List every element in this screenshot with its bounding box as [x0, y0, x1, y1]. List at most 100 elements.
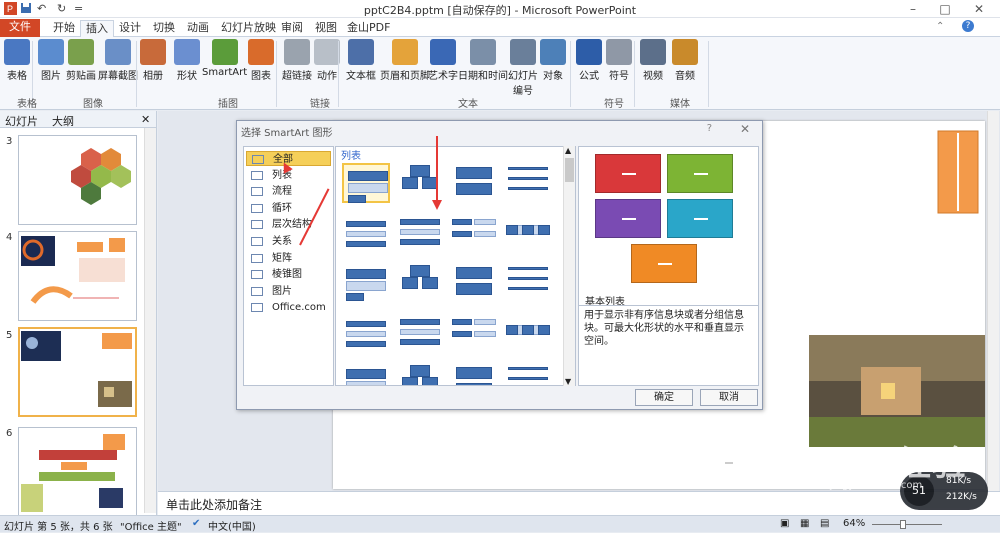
- category-item[interactable]: Office.com: [246, 300, 331, 315]
- tab-design[interactable]: 设计: [114, 20, 146, 37]
- zoom-slider-thumb[interactable]: [900, 520, 906, 529]
- SmartArt-button[interactable]: SmartArt: [202, 39, 247, 78]
- 剪贴画-button[interactable]: 剪贴画: [66, 39, 96, 82]
- smartart-layout-item[interactable]: [396, 263, 444, 303]
- 图表-button[interactable]: 图表: [248, 39, 274, 82]
- 动作-button[interactable]: 动作: [314, 39, 340, 82]
- tab-review[interactable]: 审阅: [276, 20, 308, 37]
- category-item[interactable]: 图片: [246, 284, 331, 299]
- tab-view[interactable]: 视图: [310, 20, 342, 37]
- notes-pane[interactable]: 单击此处添加备注: [158, 491, 1000, 515]
- smartart-layout-item[interactable]: [450, 363, 498, 385]
- scroll-down-icon[interactable]: ▼: [565, 377, 571, 386]
- maximize-button[interactable]: □: [928, 0, 962, 18]
- dialog-close-icon[interactable]: ✕: [740, 122, 750, 136]
- smartart-layout-item[interactable]: [342, 313, 390, 353]
- ribbon-separator: [276, 41, 277, 107]
- video-icon: [640, 39, 666, 65]
- minimize-button[interactable]: –: [896, 0, 930, 18]
- smartart-layout-item[interactable]: [450, 163, 498, 203]
- ribbon-button-label: 幻灯片 编号: [508, 71, 538, 97]
- status-language[interactable]: 中文(中国): [208, 518, 256, 533]
- 艺术字-button[interactable]: 艺术字: [428, 39, 458, 82]
- workspace-scrollbar[interactable]: [987, 111, 999, 491]
- dialog-help-icon[interactable]: ?: [707, 123, 712, 134]
- zoom-slider[interactable]: [872, 524, 942, 525]
- 图片-button[interactable]: 图片: [38, 39, 64, 82]
- smartart-layout-item[interactable]: [450, 313, 498, 353]
- smartart-layout-item[interactable]: [342, 263, 390, 303]
- category-icon: [251, 187, 263, 197]
- tab-insert[interactable]: 插入: [80, 20, 114, 37]
- slides-panel-scrollbar[interactable]: [144, 128, 156, 513]
- action-icon: [314, 39, 340, 65]
- smartart-layout-item[interactable]: [504, 313, 552, 353]
- smartart-layout-item[interactable]: [504, 213, 552, 253]
- annotation-arrow: [436, 136, 438, 202]
- tab-slides[interactable]: 幻灯片: [5, 113, 38, 129]
- slide-thumbnail-6[interactable]: [18, 427, 137, 517]
- 公式-button[interactable]: 公式: [576, 39, 602, 82]
- wordart-icon: [430, 39, 456, 65]
- 相册-button[interactable]: 相册: [140, 39, 166, 82]
- category-label: 流程: [272, 186, 292, 198]
- 形状-button[interactable]: 形状: [174, 39, 200, 82]
- close-button[interactable]: ✕: [962, 0, 996, 18]
- category-item[interactable]: 层次结构: [246, 217, 331, 232]
- ribbon-separator: [570, 41, 571, 107]
- cancel-button[interactable]: 取消: [700, 389, 758, 406]
- smartart-layout-item[interactable]: [396, 313, 444, 353]
- slide-thumbnail-4[interactable]: [18, 231, 137, 321]
- smartart-layout-item[interactable]: [396, 363, 444, 385]
- tab-slideshow[interactable]: 幻灯片放映: [216, 20, 281, 37]
- gallery-scrollbar[interactable]: ▲ ▼: [563, 146, 575, 386]
- smartart-layout-item[interactable]: [342, 363, 390, 385]
- 文本框-button[interactable]: 文本框: [346, 39, 376, 82]
- tab-home[interactable]: 开始: [48, 20, 80, 37]
- reading-view-icon[interactable]: ▤: [820, 518, 829, 529]
- smartart-layout-item[interactable]: [504, 163, 552, 203]
- ribbon-group-label: 文本: [458, 99, 478, 110]
- 幻灯片编号-button[interactable]: 幻灯片 编号: [508, 39, 538, 97]
- tab-transitions[interactable]: 切换: [148, 20, 180, 37]
- category-label: 矩阵: [272, 252, 292, 264]
- smartart-layout-item[interactable]: [504, 263, 552, 303]
- category-item[interactable]: 棱锥图: [246, 267, 331, 282]
- 页眉和页脚-button[interactable]: 页眉和页脚: [380, 39, 430, 82]
- 屏幕截图-button[interactable]: 屏幕截图: [98, 39, 138, 82]
- category-item[interactable]: 关系: [246, 234, 331, 249]
- slide-thumbnail-3[interactable]: [18, 135, 137, 225]
- zoom-level[interactable]: 64%: [843, 518, 865, 529]
- 超链接-button[interactable]: 超链接: [282, 39, 312, 82]
- ribbon-button-label: 符号: [609, 71, 629, 82]
- smartart-layout-item[interactable]: [450, 263, 498, 303]
- 日期和时间-button[interactable]: 日期和时间: [458, 39, 508, 82]
- tab-outline[interactable]: 大纲: [52, 113, 74, 129]
- 音频-button[interactable]: 音频: [672, 39, 698, 82]
- ribbon-collapse-icon[interactable]: ⌃: [936, 21, 944, 32]
- 对象-button[interactable]: 对象: [540, 39, 566, 82]
- slide-sorter-icon[interactable]: ▦: [800, 518, 809, 529]
- ribbon-group-label: 图像: [83, 99, 103, 110]
- tab-kingsoft-pdf[interactable]: 金山PDF: [342, 20, 395, 37]
- smartart-layout-item[interactable]: [396, 213, 444, 253]
- smartart-layout-item[interactable]: [504, 363, 552, 385]
- 视频-button[interactable]: 视频: [640, 39, 666, 82]
- ribbon-button-label: 超链接: [282, 71, 312, 82]
- ok-button[interactable]: 确定: [635, 389, 693, 406]
- spellcheck-icon[interactable]: ✔: [192, 518, 200, 529]
- 表格-button[interactable]: 表格: [4, 39, 30, 82]
- tab-file[interactable]: 文件: [0, 19, 40, 37]
- normal-view-icon[interactable]: ▣: [780, 518, 789, 529]
- help-icon[interactable]: ?: [962, 20, 974, 32]
- smartart-layout-item[interactable]: [450, 213, 498, 253]
- category-item[interactable]: 矩阵: [246, 251, 331, 266]
- smartart-layout-item[interactable]: [342, 163, 390, 203]
- 符号-button[interactable]: 符号: [606, 39, 632, 82]
- category-item[interactable]: 流程: [246, 184, 331, 199]
- smartart-layout-item[interactable]: [342, 213, 390, 253]
- tab-animations[interactable]: 动画: [182, 20, 214, 37]
- close-panel-icon[interactable]: ✕: [141, 113, 150, 126]
- scroll-up-icon[interactable]: ▲: [565, 146, 571, 155]
- slide-thumbnail-5[interactable]: [18, 327, 137, 417]
